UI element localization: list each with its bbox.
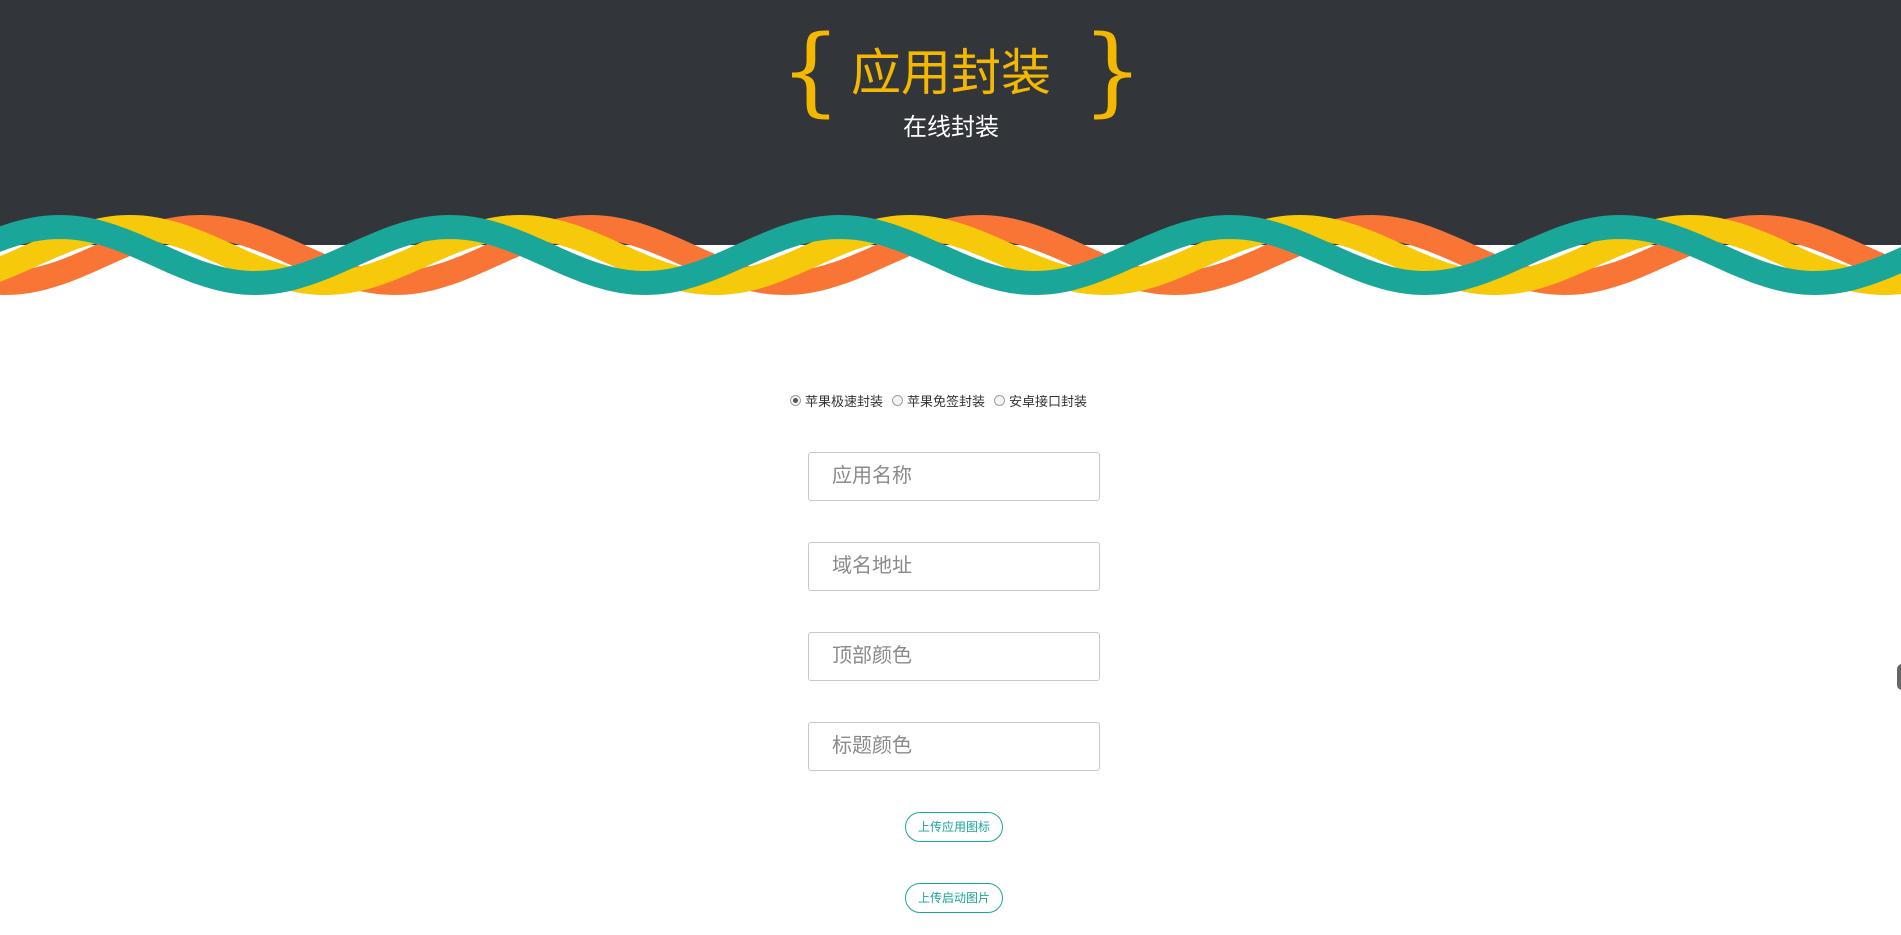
- radio-option-android[interactable]: 安卓接口封装: [994, 391, 1087, 410]
- radio-button[interactable]: [892, 395, 904, 406]
- radio-option-ios-fast[interactable]: 苹果极速封装: [790, 391, 883, 410]
- radio-button[interactable]: [790, 395, 801, 406]
- upload-splash-button[interactable]: 上传启动图片: [905, 883, 1003, 913]
- title-color-input[interactable]: [808, 722, 1100, 771]
- radio-label: 苹果极速封装: [805, 395, 884, 410]
- app-name-input[interactable]: [808, 452, 1100, 501]
- package-type-group: 苹果极速封装 苹果免签封装 安卓接口封装: [790, 391, 1096, 410]
- page: { 应用封装 在线封装 } 苹果极速封装 苹果免签封装 安卓接口封装 上传应用图…: [0, 0, 1901, 935]
- wave-decoration: [0, 214, 1901, 296]
- side-handle[interactable]: [1897, 664, 1901, 690]
- right-brace-decoration: }: [1082, 15, 1144, 127]
- radio-label: 安卓接口封装: [1009, 395, 1088, 410]
- upload-icon-button[interactable]: 上传应用图标: [905, 812, 1003, 842]
- domain-input[interactable]: [808, 542, 1100, 591]
- radio-option-ios-free[interactable]: 苹果免签封装: [892, 391, 985, 410]
- top-color-input[interactable]: [808, 632, 1100, 681]
- page-title: 应用封装: [851, 44, 1051, 102]
- radio-label: 苹果免签封装: [907, 395, 986, 410]
- page-subtitle: 在线封装: [903, 113, 999, 141]
- radio-button[interactable]: [994, 395, 1006, 406]
